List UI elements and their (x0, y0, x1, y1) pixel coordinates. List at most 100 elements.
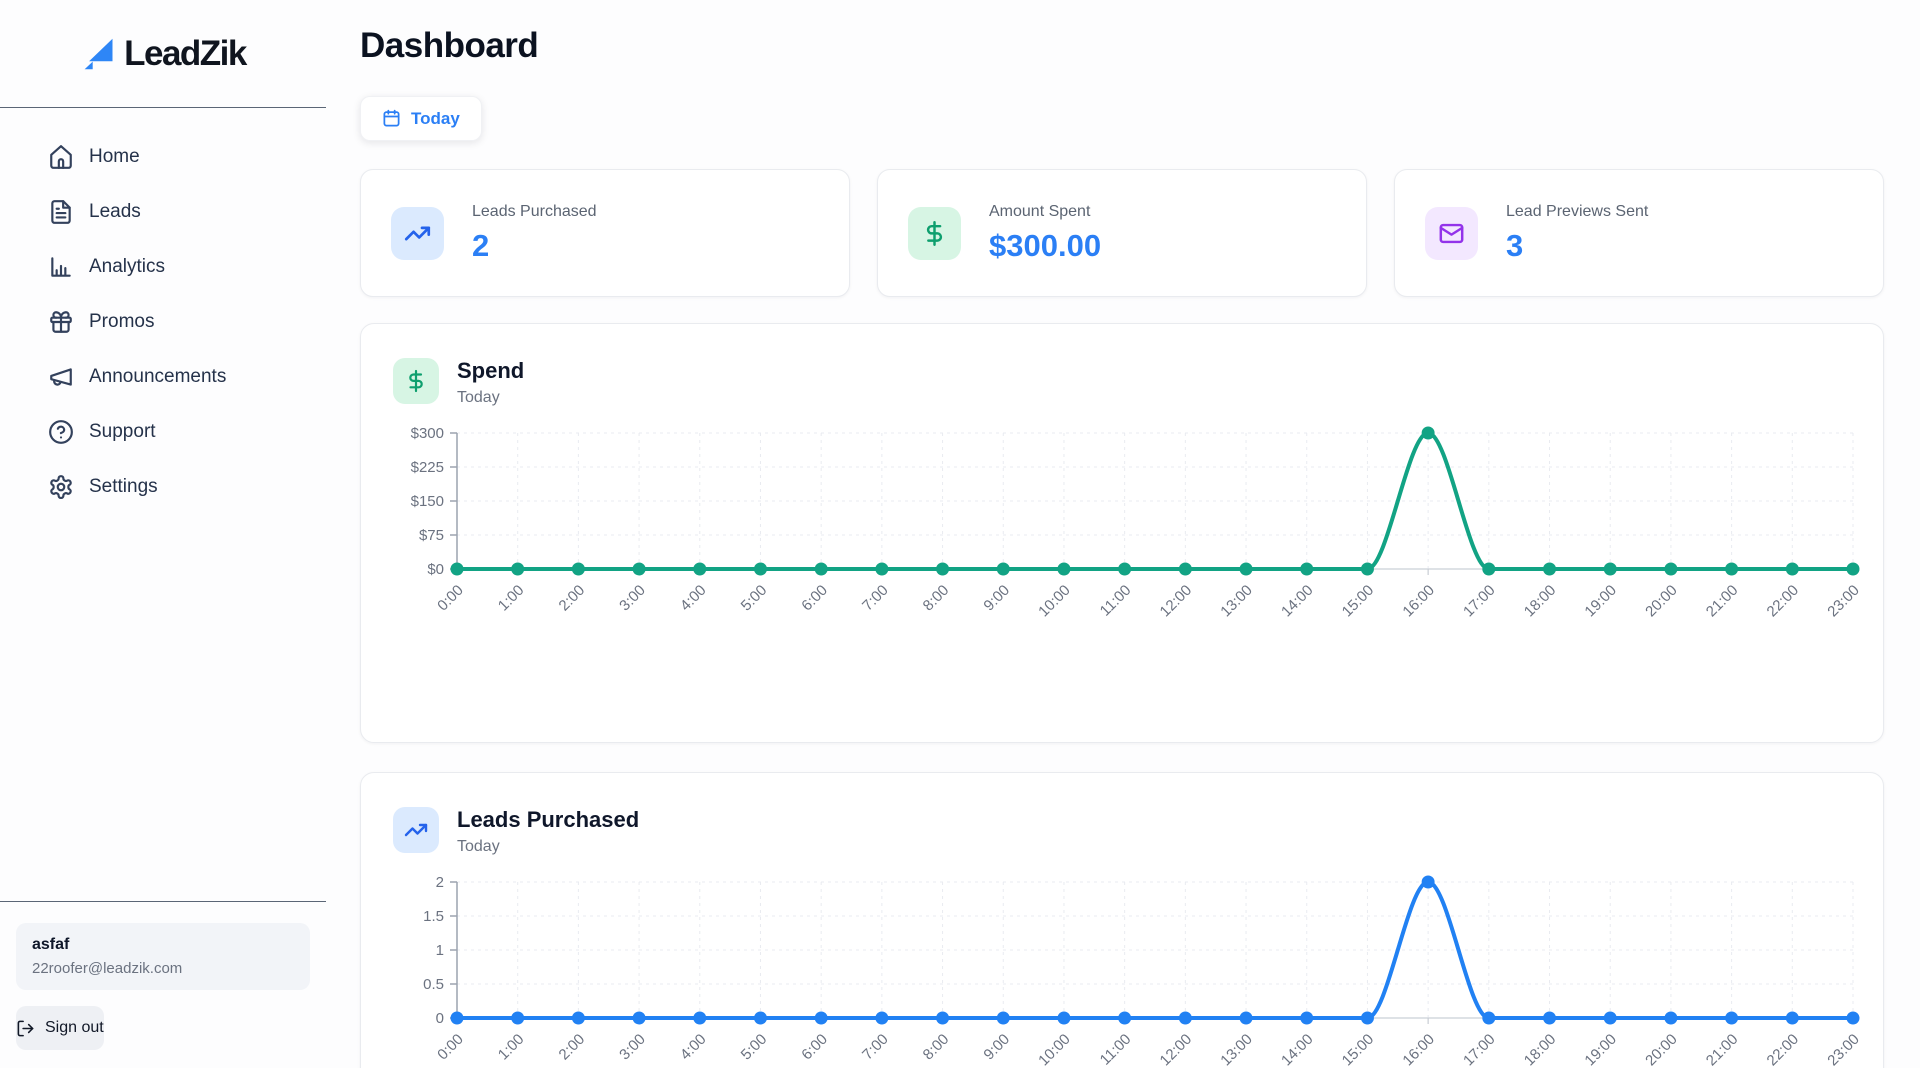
svg-text:10:00: 10:00 (1035, 1031, 1074, 1068)
spend-chart-header: Spend Today (393, 358, 1859, 407)
svg-text:17:00: 17:00 (1460, 582, 1499, 621)
app-root: LeadZik Home Leads Analytics Promos Anno… (0, 0, 1920, 1068)
leads-line-chart[interactable]: 00.511.520:001:002:003:004:005:006:007:0… (393, 866, 1859, 1068)
svg-text:20:00: 20:00 (1642, 582, 1681, 621)
svg-text:1:00: 1:00 (495, 582, 528, 615)
svg-text:21:00: 21:00 (1703, 582, 1742, 621)
brand-logo-icon (80, 36, 118, 72)
svg-text:8:00: 8:00 (920, 582, 953, 615)
svg-text:19:00: 19:00 (1581, 582, 1620, 621)
svg-text:18:00: 18:00 (1521, 1031, 1560, 1068)
help-circle-icon (48, 419, 74, 445)
svg-text:6:00: 6:00 (798, 582, 831, 615)
file-text-icon (48, 199, 74, 225)
svg-text:5:00: 5:00 (738, 582, 771, 615)
chart-subtitle: Today (457, 389, 524, 407)
spend-chart-card: Spend Today $0$75$150$225$3000:001:002:0… (360, 323, 1884, 743)
svg-text:16:00: 16:00 (1399, 1031, 1438, 1068)
svg-text:0: 0 (436, 1010, 444, 1027)
brand-name: LeadZik (124, 34, 246, 74)
svg-text:0:00: 0:00 (434, 1031, 467, 1064)
svg-text:9:00: 9:00 (980, 582, 1013, 615)
stat-label: Amount Spent (989, 203, 1101, 221)
sign-out-button[interactable]: Sign out (16, 1006, 104, 1050)
megaphone-icon (48, 364, 74, 390)
main-content: Dashboard Today Leads Purchased 2 (326, 0, 1920, 1068)
chart-header-text: Spend Today (457, 358, 524, 407)
svg-text:17:00: 17:00 (1460, 1031, 1499, 1068)
svg-text:23:00: 23:00 (1824, 582, 1863, 621)
sidebar-item-home[interactable]: Home (48, 144, 326, 170)
user-name: asfaf (32, 936, 294, 954)
gear-icon (48, 474, 74, 500)
svg-text:12:00: 12:00 (1157, 1031, 1196, 1068)
chart-title: Spend (457, 358, 524, 384)
svg-text:1: 1 (436, 942, 444, 959)
bar-chart-icon (48, 254, 74, 280)
sidebar-item-label: Analytics (89, 256, 165, 278)
svg-text:6:00: 6:00 (798, 1031, 831, 1064)
stat-value: 3 (1506, 228, 1648, 264)
svg-text:1.5: 1.5 (423, 908, 444, 925)
svg-text:2:00: 2:00 (556, 1031, 589, 1064)
spend-line-chart[interactable]: $0$75$150$225$3000:001:002:003:004:005:0… (393, 417, 1859, 640)
svg-text:7:00: 7:00 (859, 582, 892, 615)
svg-text:$75: $75 (419, 527, 444, 544)
sidebar-item-leads[interactable]: Leads (48, 199, 326, 225)
sidebar-item-support[interactable]: Support (48, 419, 326, 445)
logout-icon (16, 1019, 35, 1038)
svg-text:16:00: 16:00 (1399, 582, 1438, 621)
stat-value: 2 (472, 228, 597, 264)
svg-text:15:00: 15:00 (1339, 1031, 1378, 1068)
svg-text:11:00: 11:00 (1097, 582, 1135, 620)
svg-text:8:00: 8:00 (920, 1031, 953, 1064)
page-title: Dashboard (360, 26, 1884, 66)
stat-card-leads-purchased: Leads Purchased 2 (360, 169, 850, 297)
stats-row: Leads Purchased 2 Amount Spent $300.00 (360, 169, 1884, 297)
sidebar-item-label: Home (89, 146, 140, 168)
svg-text:$150: $150 (411, 493, 444, 510)
sidebar-divider (0, 901, 326, 902)
svg-text:10:00: 10:00 (1035, 582, 1074, 621)
sidebar-item-announcements[interactable]: Announcements (48, 364, 326, 390)
chart-title: Leads Purchased (457, 807, 639, 833)
svg-text:7:00: 7:00 (859, 1031, 892, 1064)
svg-text:13:00: 13:00 (1217, 1031, 1256, 1068)
svg-text:12:00: 12:00 (1157, 582, 1196, 621)
stat-text: Amount Spent $300.00 (989, 203, 1101, 264)
date-filter-button[interactable]: Today (360, 96, 482, 141)
chart-header-text: Leads Purchased Today (457, 807, 639, 856)
svg-text:0:00: 0:00 (434, 582, 467, 615)
svg-text:15:00: 15:00 (1339, 582, 1378, 621)
svg-text:4:00: 4:00 (677, 582, 710, 615)
date-filter-label: Today (411, 109, 460, 129)
stat-card-lead-previews-sent: Lead Previews Sent 3 (1394, 169, 1884, 297)
svg-text:22:00: 22:00 (1764, 582, 1803, 621)
svg-text:0.5: 0.5 (423, 976, 444, 993)
stat-icon-box (1425, 207, 1478, 260)
stat-icon-box (391, 207, 444, 260)
svg-text:18:00: 18:00 (1521, 582, 1560, 621)
gift-icon (48, 309, 74, 335)
sidebar-item-promos[interactable]: Promos (48, 309, 326, 335)
sidebar-item-label: Promos (89, 311, 154, 333)
sidebar-item-label: Support (89, 421, 156, 443)
sidebar-item-settings[interactable]: Settings (48, 474, 326, 500)
svg-text:$300: $300 (411, 425, 444, 442)
leads-chart-card: Leads Purchased Today 00.511.520:001:002… (360, 772, 1884, 1068)
svg-text:13:00: 13:00 (1217, 582, 1256, 621)
dollar-icon (404, 369, 428, 393)
brand-logo[interactable]: LeadZik (0, 0, 326, 108)
sidebar-item-label: Settings (89, 476, 158, 498)
sidebar-item-analytics[interactable]: Analytics (48, 254, 326, 280)
chart-icon-box (393, 807, 439, 853)
mail-icon (1438, 220, 1465, 247)
svg-text:3:00: 3:00 (616, 1031, 649, 1064)
stat-icon-box (908, 207, 961, 260)
user-card: asfaf 22roofer@leadzik.com (16, 923, 310, 990)
svg-text:$0: $0 (427, 561, 444, 578)
stat-label: Leads Purchased (472, 203, 597, 221)
chart-subtitle: Today (457, 838, 639, 856)
svg-text:2: 2 (436, 874, 444, 891)
home-icon (48, 144, 74, 170)
